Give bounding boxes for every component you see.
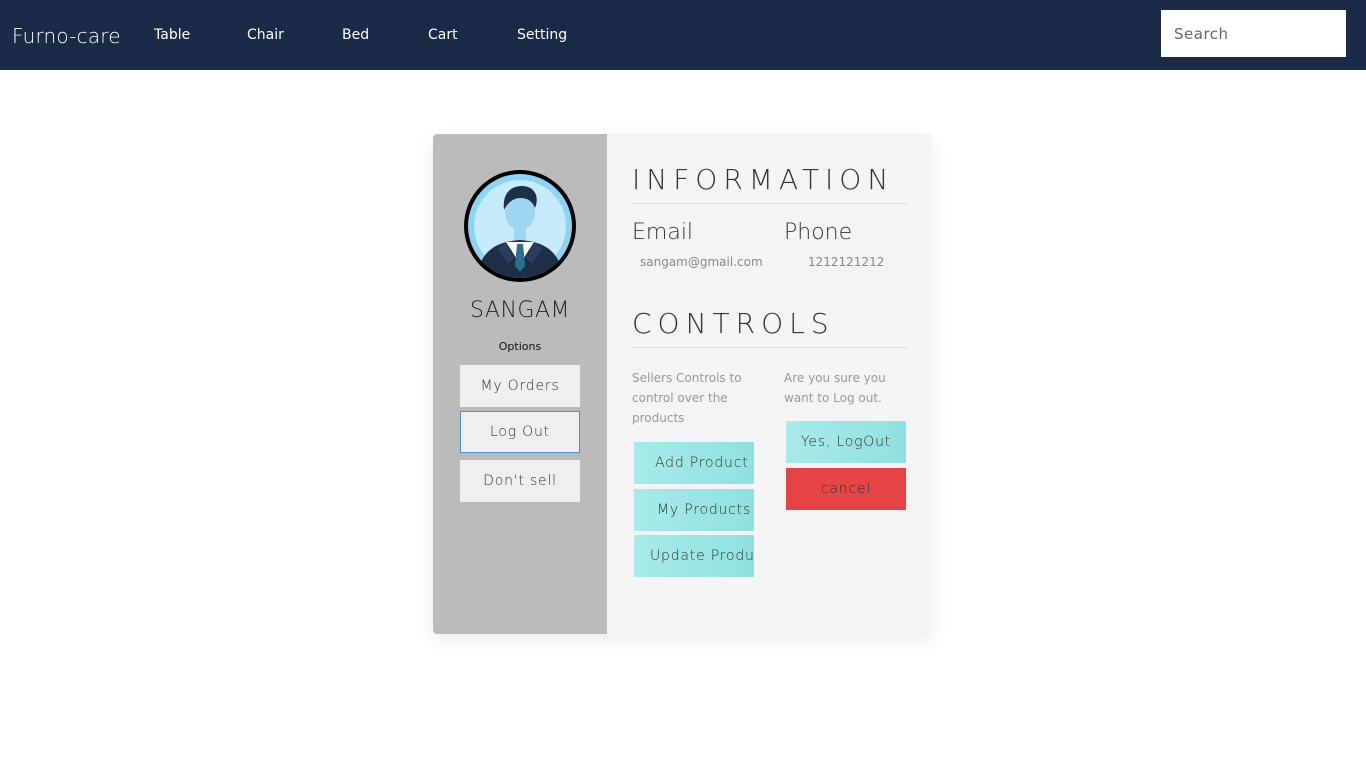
navbar: Furno-care Table Chair Bed Cart Setting: [0, 0, 1366, 70]
confirm-logout-button[interactable]: Yes, LogOut: [786, 421, 906, 463]
my-orders-button[interactable]: My Orders: [460, 365, 580, 407]
my-products-button[interactable]: My Products: [634, 489, 754, 531]
user-avatar-icon: [462, 168, 578, 284]
dont-sell-button[interactable]: Don't sell: [460, 460, 580, 502]
phone-label: Phone: [784, 220, 853, 245]
information-heading: INFORMATION: [632, 163, 895, 196]
profile-name: SANGAM: [470, 298, 570, 323]
nav-link-setting[interactable]: Setting: [517, 27, 567, 43]
profile-card: SANGAM Options My Orders Log Out Don't s…: [433, 134, 932, 634]
controls-heading: CONTROLS: [632, 307, 835, 340]
brand-logo[interactable]: Furno-care: [12, 24, 121, 48]
email-label: Email: [632, 220, 694, 245]
log-out-button[interactable]: Log Out: [460, 411, 580, 453]
update-product-button[interactable]: Update Product: [634, 535, 754, 577]
seller-controls-description: Sellers Controls to control over the pro…: [632, 371, 742, 425]
nav-link-table[interactable]: Table: [154, 27, 190, 43]
nav-link-bed[interactable]: Bed: [342, 27, 369, 43]
controls-divider: [632, 347, 908, 348]
nav-link-chair[interactable]: Chair: [247, 27, 284, 43]
cancel-button[interactable]: cancel: [786, 468, 906, 510]
logout-confirm-description: Are you sure you want to Log out.: [784, 371, 886, 405]
email-value: sangam@gmail.com: [640, 255, 763, 269]
options-label: Options: [498, 340, 542, 353]
profile-main: INFORMATION Email sangam@gmail.com Phone…: [607, 134, 932, 634]
add-product-button[interactable]: Add Product: [634, 442, 754, 484]
phone-value: 1212121212: [808, 255, 885, 269]
profile-sidebar: SANGAM Options My Orders Log Out Don't s…: [433, 134, 607, 634]
nav-link-cart[interactable]: Cart: [428, 27, 458, 43]
search-input[interactable]: [1161, 10, 1346, 57]
information-divider: [632, 203, 908, 204]
